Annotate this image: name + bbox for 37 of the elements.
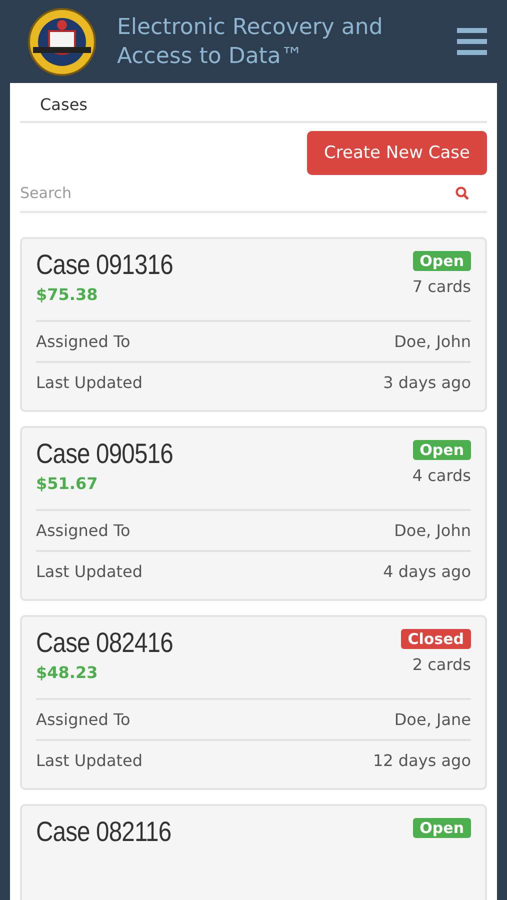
seal-logo-icon <box>27 6 97 76</box>
status-badge: Closed <box>400 629 471 649</box>
status-badge: Open <box>412 818 471 838</box>
menu-icon[interactable] <box>457 28 487 56</box>
search-field[interactable]: Search <box>20 184 455 202</box>
card-count: 2 cards <box>412 655 471 676</box>
case-card[interactable]: Case 091316 Open $75.38 7 cards Assigned To Doe, John Last Updated 3 days ago <box>20 237 487 412</box>
case-amount: $48.23 <box>36 663 98 682</box>
info-label: Last Updated <box>36 562 143 581</box>
info-label: Assigned To <box>36 710 130 729</box>
info-label: Assigned To <box>36 521 130 540</box>
search-icon[interactable] <box>455 186 469 200</box>
case-title: Case 082416 <box>36 627 173 659</box>
case-card[interactable]: Case 082416 Closed $48.23 2 cards Assigned To Doe, Jane Last Updated 12 days ago <box>20 615 487 790</box>
case-amount: $75.38 <box>36 285 98 304</box>
case-title: Case 091316 <box>36 249 173 281</box>
card-count: 7 cards <box>412 277 471 298</box>
case-card[interactable]: Case 082116 Open <box>20 804 487 900</box>
info-value: Doe, John <box>394 521 471 540</box>
app-title: Electronic Recovery and Access to Data™ <box>117 14 384 70</box>
status-badge: Open <box>412 440 471 460</box>
info-label: Assigned To <box>36 332 130 351</box>
case-title: Case 082116 <box>36 816 172 848</box>
create-case-button[interactable]: Create New Case <box>307 131 487 175</box>
info-value: Doe, John <box>394 332 471 351</box>
case-card[interactable]: Case 090516 Open $51.67 4 cards Assigned To Doe, John Last Updated 4 days ago <box>20 426 487 601</box>
info-label: Last Updated <box>36 751 143 770</box>
case-title: Case 090516 <box>36 438 173 470</box>
info-value: 12 days ago <box>372 751 471 770</box>
info-value: 3 days ago <box>383 373 471 392</box>
status-badge: Open <box>412 251 471 271</box>
info-label: Last Updated <box>36 373 143 392</box>
case-amount: $51.67 <box>36 474 98 493</box>
card-count: 4 cards <box>412 466 471 487</box>
info-value: Doe, Jane <box>394 710 471 729</box>
info-value: 4 days ago <box>383 562 471 581</box>
breadcrumb: Cases <box>40 95 88 114</box>
